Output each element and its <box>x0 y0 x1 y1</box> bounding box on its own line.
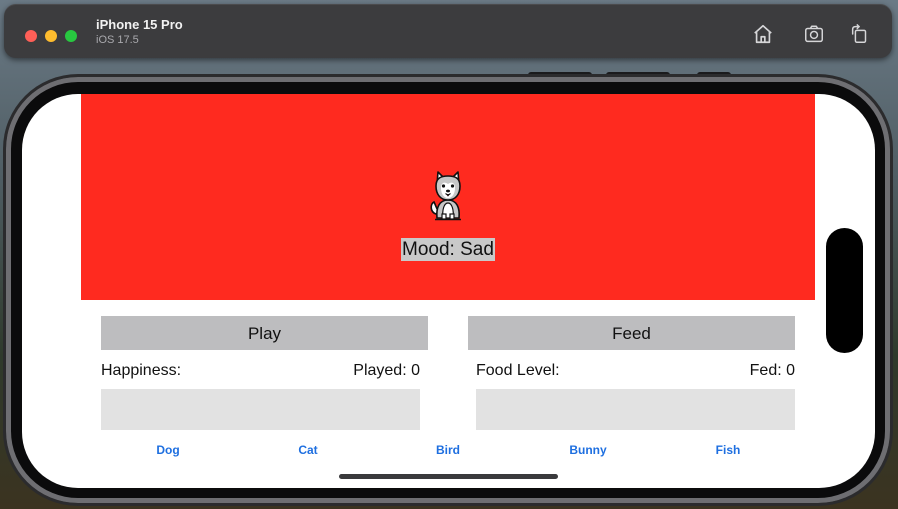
tab-dog[interactable]: Dog <box>128 443 208 457</box>
simulator-title-bar: iPhone 15 Pro iOS 17.5 <box>4 4 892 58</box>
minimize-window-button[interactable] <box>45 30 57 42</box>
screenshot-icon[interactable] <box>801 21 827 47</box>
tab-fish[interactable]: Fish <box>688 443 768 457</box>
fed-count: Fed: 0 <box>749 362 795 379</box>
feed-button[interactable]: Feed <box>468 316 795 350</box>
home-icon[interactable] <box>750 21 776 47</box>
close-window-button[interactable] <box>25 30 37 42</box>
food-level-label: Food Level: <box>476 362 560 379</box>
mood-label: Mood: Sad <box>401 238 495 261</box>
rotate-icon[interactable] <box>847 21 873 47</box>
home-indicator[interactable] <box>339 474 558 479</box>
food-level-progress-bar <box>476 389 795 430</box>
played-count: Played: 0 <box>353 362 420 379</box>
play-button[interactable]: Play <box>101 316 428 350</box>
dog-icon <box>428 170 468 222</box>
tab-bunny[interactable]: Bunny <box>548 443 628 457</box>
tab-cat[interactable]: Cat <box>268 443 348 457</box>
device-os-version: iOS 17.5 <box>96 34 139 46</box>
tab-bird[interactable]: Bird <box>408 443 488 457</box>
happiness-progress-bar <box>101 389 420 430</box>
dynamic-island <box>826 228 863 353</box>
zoom-window-button[interactable] <box>65 30 77 42</box>
device-name: iPhone 15 Pro <box>96 17 183 32</box>
happiness-label: Happiness: <box>101 362 182 379</box>
